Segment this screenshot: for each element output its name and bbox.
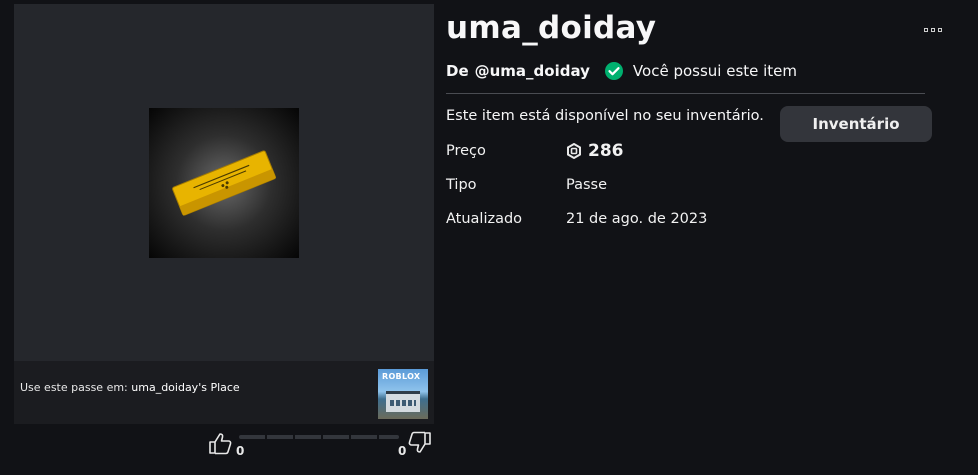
- ticket-icon: [172, 150, 276, 216]
- item-thumbnail: [149, 108, 299, 258]
- price-label: Preço: [446, 143, 486, 159]
- more-icon-dot: [938, 28, 942, 32]
- by-label: De: [446, 62, 469, 80]
- place-link[interactable]: uma_doiday's Place: [131, 381, 239, 394]
- more-icon-dot: [924, 28, 928, 32]
- vote-row: 0 0: [205, 430, 435, 460]
- updated-value: 21 de ago. de 2023: [566, 211, 708, 227]
- more-icon-dot: [931, 28, 935, 32]
- owned-status: Você possui este item: [632, 62, 798, 80]
- creator-row: De @uma_doiday Você possui este item: [446, 61, 797, 81]
- more-options-button[interactable]: [920, 22, 946, 38]
- check-circle-icon: [604, 62, 623, 80]
- divider: [446, 93, 925, 94]
- creator-link[interactable]: @uma_doiday: [475, 62, 590, 80]
- place-thumbnail[interactable]: ROBLOX: [378, 369, 428, 419]
- type-label: Tipo: [446, 177, 477, 193]
- place-prefix: Use este passe em:: [20, 381, 128, 394]
- thumb-up-icon[interactable]: [207, 430, 233, 456]
- upvote-count: 0: [236, 444, 245, 458]
- downvote-count: 0: [398, 444, 407, 458]
- place-thumb-logo: ROBLOX: [382, 372, 421, 381]
- price-amount: 286: [588, 141, 624, 161]
- vote-ratio-bar: [239, 435, 399, 439]
- availability-text: Este item está disponível no seu inventá…: [446, 108, 764, 124]
- thumb-down-icon[interactable]: [407, 430, 433, 456]
- updated-label: Atualizado: [446, 211, 523, 227]
- item-title: uma_doiday: [446, 10, 657, 46]
- building-image: [386, 391, 420, 412]
- price-value: 286: [566, 141, 624, 161]
- item-thumbnail-card: Use este passe em: uma_doiday's Place RO…: [14, 4, 434, 424]
- type-value: Passe: [566, 177, 608, 193]
- inventory-button[interactable]: Inventário: [780, 106, 932, 142]
- place-bar: Use este passe em: uma_doiday's Place RO…: [14, 361, 434, 424]
- place-text: Use este passe em: uma_doiday's Place: [20, 381, 240, 394]
- robux-icon: [567, 143, 581, 159]
